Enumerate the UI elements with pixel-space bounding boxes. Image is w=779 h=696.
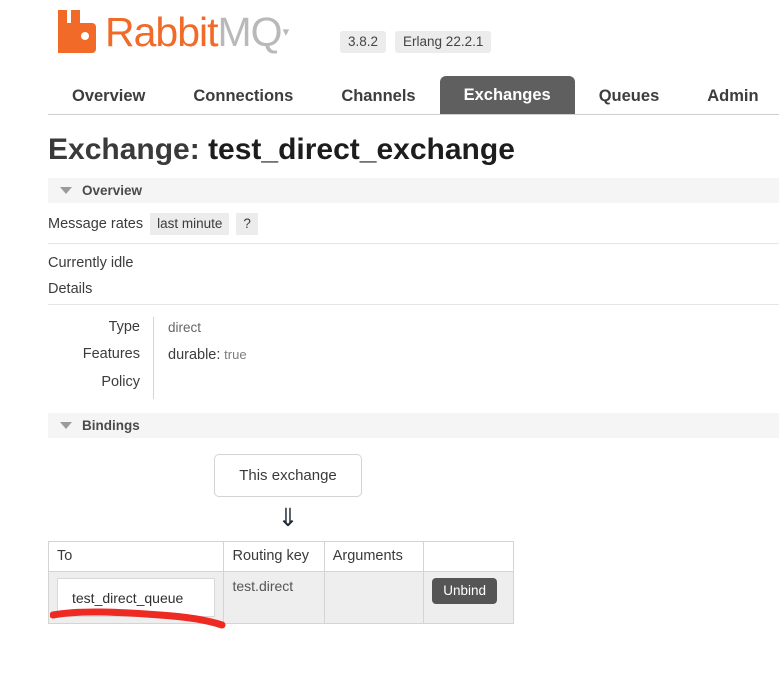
- column-header-actions: [423, 541, 514, 572]
- bindings-table-body: test_direct_queue test.direct Unbind: [47, 571, 514, 624]
- version-badges: 3.8.2 Erlang 22.2.1: [340, 31, 492, 53]
- main-content: Exchange: test_direct_exchange Overview …: [0, 132, 779, 629]
- logo-trademark-icon: ▾: [282, 24, 290, 39]
- rabbit-logo-icon: [57, 6, 103, 54]
- rabbitmq-version-badge: 3.8.2: [340, 31, 387, 53]
- details-value-policy: [154, 372, 247, 399]
- rate-period-button[interactable]: last minute: [150, 213, 230, 235]
- details-label-policy: Policy: [48, 372, 154, 399]
- overview-section-title: Overview: [82, 183, 143, 198]
- nav-tab-list: Overview Connections Channels Exchanges …: [0, 74, 779, 114]
- details-row-type: Type direct: [48, 317, 247, 344]
- bindings-table: To Routing key Arguments test_direct_que…: [47, 541, 514, 624]
- details-label-type: Type: [48, 317, 154, 344]
- details-value-features: durable: true: [154, 344, 247, 372]
- tab-queues[interactable]: Queues: [575, 78, 684, 114]
- bindings-diagram: This exchange ⇓: [48, 438, 528, 531]
- message-rates-row: Message rates last minute ?: [48, 203, 779, 244]
- table-row: test_direct_queue test.direct Unbind: [47, 571, 514, 624]
- overview-section-body: Message rates last minute ? Currently id…: [48, 203, 779, 399]
- tab-admin[interactable]: Admin: [683, 78, 779, 114]
- nav-divider: [48, 114, 779, 115]
- details-row-policy: Policy: [48, 372, 247, 399]
- cell-actions: Unbind: [423, 571, 514, 624]
- collapse-caret-icon[interactable]: [60, 187, 72, 194]
- details-label: Details: [48, 279, 779, 305]
- page-title-prefix: Exchange:: [48, 133, 209, 166]
- bindings-header-row: To Routing key Arguments: [47, 541, 514, 572]
- help-button[interactable]: ?: [236, 213, 258, 235]
- logo-text-secondary: MQ: [217, 9, 283, 55]
- overview-section-header[interactable]: Overview: [48, 178, 779, 203]
- page-title: Exchange: test_direct_exchange: [48, 132, 779, 168]
- app-header: Rabbit MQ ▾ 3.8.2 Erlang 22.2.1: [0, 0, 779, 74]
- this-exchange-box: This exchange: [214, 454, 362, 497]
- logo-text-primary: Rabbit: [105, 9, 219, 55]
- tab-connections[interactable]: Connections: [169, 78, 317, 114]
- idle-status-text: Currently idle: [48, 255, 134, 271]
- erlang-version-badge: Erlang 22.2.1: [395, 31, 492, 53]
- tab-channels[interactable]: Channels: [317, 78, 439, 114]
- tab-exchanges[interactable]: Exchanges: [439, 76, 575, 114]
- bindings-table-wrap: To Routing key Arguments test_direct_que…: [47, 541, 514, 629]
- cell-arguments: [323, 571, 425, 624]
- cell-to: test_direct_queue: [47, 571, 225, 624]
- queue-link[interactable]: test_direct_queue: [57, 578, 216, 617]
- collapse-caret-icon[interactable]: [60, 422, 72, 429]
- column-header-to: To: [47, 541, 225, 572]
- bindings-table-head: To Routing key Arguments: [47, 541, 514, 572]
- down-arrow-icon: ⇓: [277, 504, 299, 532]
- bindings-section-title: Bindings: [82, 418, 140, 433]
- exchange-name: test_direct_exchange: [208, 133, 515, 166]
- column-header-arguments: Arguments: [323, 541, 425, 572]
- rabbitmq-logo[interactable]: Rabbit MQ ▾: [57, 6, 289, 54]
- feature-name: durable:: [168, 347, 221, 363]
- column-header-routing-key: Routing key: [223, 541, 325, 572]
- main-navigation: Overview Connections Channels Exchanges …: [0, 74, 779, 120]
- unbind-button[interactable]: Unbind: [432, 578, 498, 604]
- message-rates-label: Message rates: [48, 216, 144, 232]
- exchange-details-table: Type direct Features durable: true Polic…: [48, 317, 247, 399]
- feature-value: true: [224, 347, 247, 362]
- details-row-features: Features durable: true: [48, 344, 247, 372]
- bindings-section-header[interactable]: Bindings: [48, 413, 779, 438]
- tab-overview[interactable]: Overview: [48, 78, 169, 114]
- details-value-type: direct: [168, 320, 202, 335]
- details-label-features: Features: [48, 344, 154, 372]
- cell-routing-key: test.direct: [223, 571, 325, 624]
